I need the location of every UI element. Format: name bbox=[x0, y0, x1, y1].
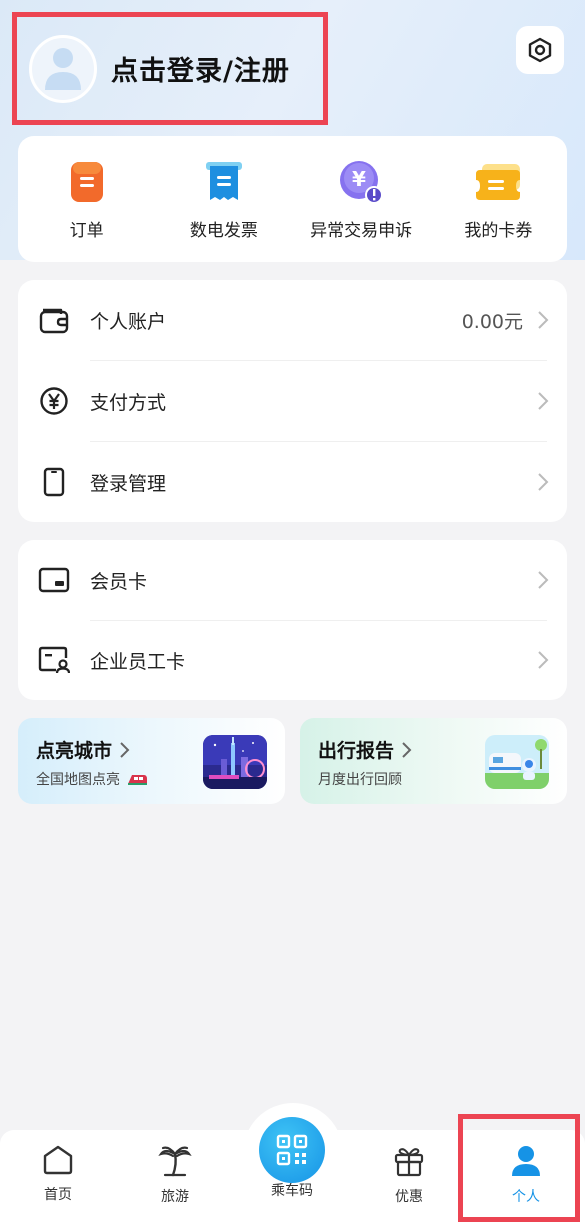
chevron-right-icon bbox=[538, 473, 549, 491]
phone-icon bbox=[38, 466, 70, 498]
quick-action-appeal[interactable]: ¥ 异常交易申诉 bbox=[293, 136, 430, 262]
qr-code-icon bbox=[276, 1134, 308, 1166]
list-item-login-management[interactable]: 登录管理 bbox=[18, 442, 567, 522]
promo-title: 出行报告 bbox=[318, 740, 395, 762]
quick-action-label: 数电发票 bbox=[189, 221, 258, 241]
train-badge-icon bbox=[128, 775, 147, 785]
chevron-right-icon bbox=[538, 651, 549, 669]
chevron-right-icon bbox=[120, 741, 130, 758]
tab-label: 首页 bbox=[44, 1187, 72, 1203]
quick-action-order[interactable]: 订单 bbox=[18, 136, 155, 262]
tab-label: 乘车码 bbox=[271, 1183, 313, 1199]
home-icon bbox=[43, 1145, 73, 1175]
wallet-icon bbox=[38, 304, 70, 336]
chevron-right-icon bbox=[402, 741, 412, 758]
employee-card-icon bbox=[38, 644, 70, 676]
svg-text:¥: ¥ bbox=[352, 167, 366, 191]
promo-light-up-city[interactable]: 点亮城市 全国地图点亮 bbox=[18, 718, 285, 804]
list-item-label: 登录管理 bbox=[90, 472, 167, 495]
list-item-employee-card[interactable]: 企业员工卡 bbox=[18, 620, 567, 700]
quick-action-label: 我的卡券 bbox=[464, 221, 533, 241]
invoice-icon bbox=[200, 158, 248, 206]
gift-icon bbox=[394, 1148, 424, 1177]
member-card-icon bbox=[38, 564, 70, 596]
tab-travel[interactable]: 旅游 bbox=[135, 1144, 215, 1214]
active-tab-highlight bbox=[458, 1114, 580, 1222]
promo-subtitle: 全国地图点亮 bbox=[36, 772, 120, 788]
list-item-label: 企业员工卡 bbox=[90, 650, 186, 673]
quick-action-label: 异常交易申诉 bbox=[310, 221, 413, 241]
chevron-right-icon bbox=[538, 311, 549, 329]
tab-discounts[interactable]: 优惠 bbox=[369, 1144, 449, 1214]
list-item-label: 个人账户 bbox=[90, 310, 167, 333]
login-text: 点击登录/注册 bbox=[111, 56, 290, 87]
ride-code-button[interactable] bbox=[259, 1117, 325, 1183]
account-balance: 0.00元 bbox=[461, 310, 523, 333]
quick-action-coupon[interactable]: 我的卡券 bbox=[430, 136, 567, 262]
chevron-right-icon bbox=[538, 571, 549, 589]
appeal-icon: ¥ bbox=[337, 158, 385, 206]
order-icon bbox=[63, 158, 111, 206]
yuan-icon bbox=[38, 385, 70, 417]
promo-title: 点亮城市 bbox=[36, 740, 113, 762]
avatar-icon bbox=[29, 34, 97, 103]
coupon-icon bbox=[474, 158, 522, 206]
quick-actions-card: 订单 数电发票 ¥ 异常交易申诉 我的卡券 bbox=[18, 136, 567, 262]
list-item-payment-method[interactable]: 支付方式 bbox=[18, 361, 567, 441]
tab-label: 优惠 bbox=[395, 1189, 423, 1205]
palm-tree-icon bbox=[158, 1146, 192, 1177]
list-item-personal-account[interactable]: 个人账户 0.00元 bbox=[18, 280, 567, 360]
settings-icon bbox=[528, 37, 552, 63]
list-item-member-card[interactable]: 会员卡 bbox=[18, 540, 567, 620]
list-item-label: 会员卡 bbox=[90, 570, 148, 593]
travel-report-image bbox=[485, 735, 549, 789]
chevron-right-icon bbox=[538, 392, 549, 410]
cards-list-card: 会员卡 企业员工卡 bbox=[18, 540, 567, 700]
city-night-image bbox=[203, 735, 267, 789]
list-item-label: 支付方式 bbox=[90, 391, 167, 414]
login-register-button[interactable]: 点击登录/注册 bbox=[12, 12, 328, 125]
promo-subtitle: 月度出行回顾 bbox=[318, 772, 402, 788]
account-list-card: 个人账户 0.00元 支付方式 登录管理 bbox=[18, 280, 567, 522]
quick-action-label: 订单 bbox=[69, 221, 104, 241]
quick-action-invoice[interactable]: 数电发票 bbox=[155, 136, 292, 262]
settings-button[interactable] bbox=[516, 26, 564, 74]
tab-home[interactable]: 首页 bbox=[18, 1144, 98, 1214]
tab-label: 旅游 bbox=[161, 1189, 189, 1205]
promo-travel-report[interactable]: 出行报告 月度出行回顾 bbox=[300, 718, 567, 804]
